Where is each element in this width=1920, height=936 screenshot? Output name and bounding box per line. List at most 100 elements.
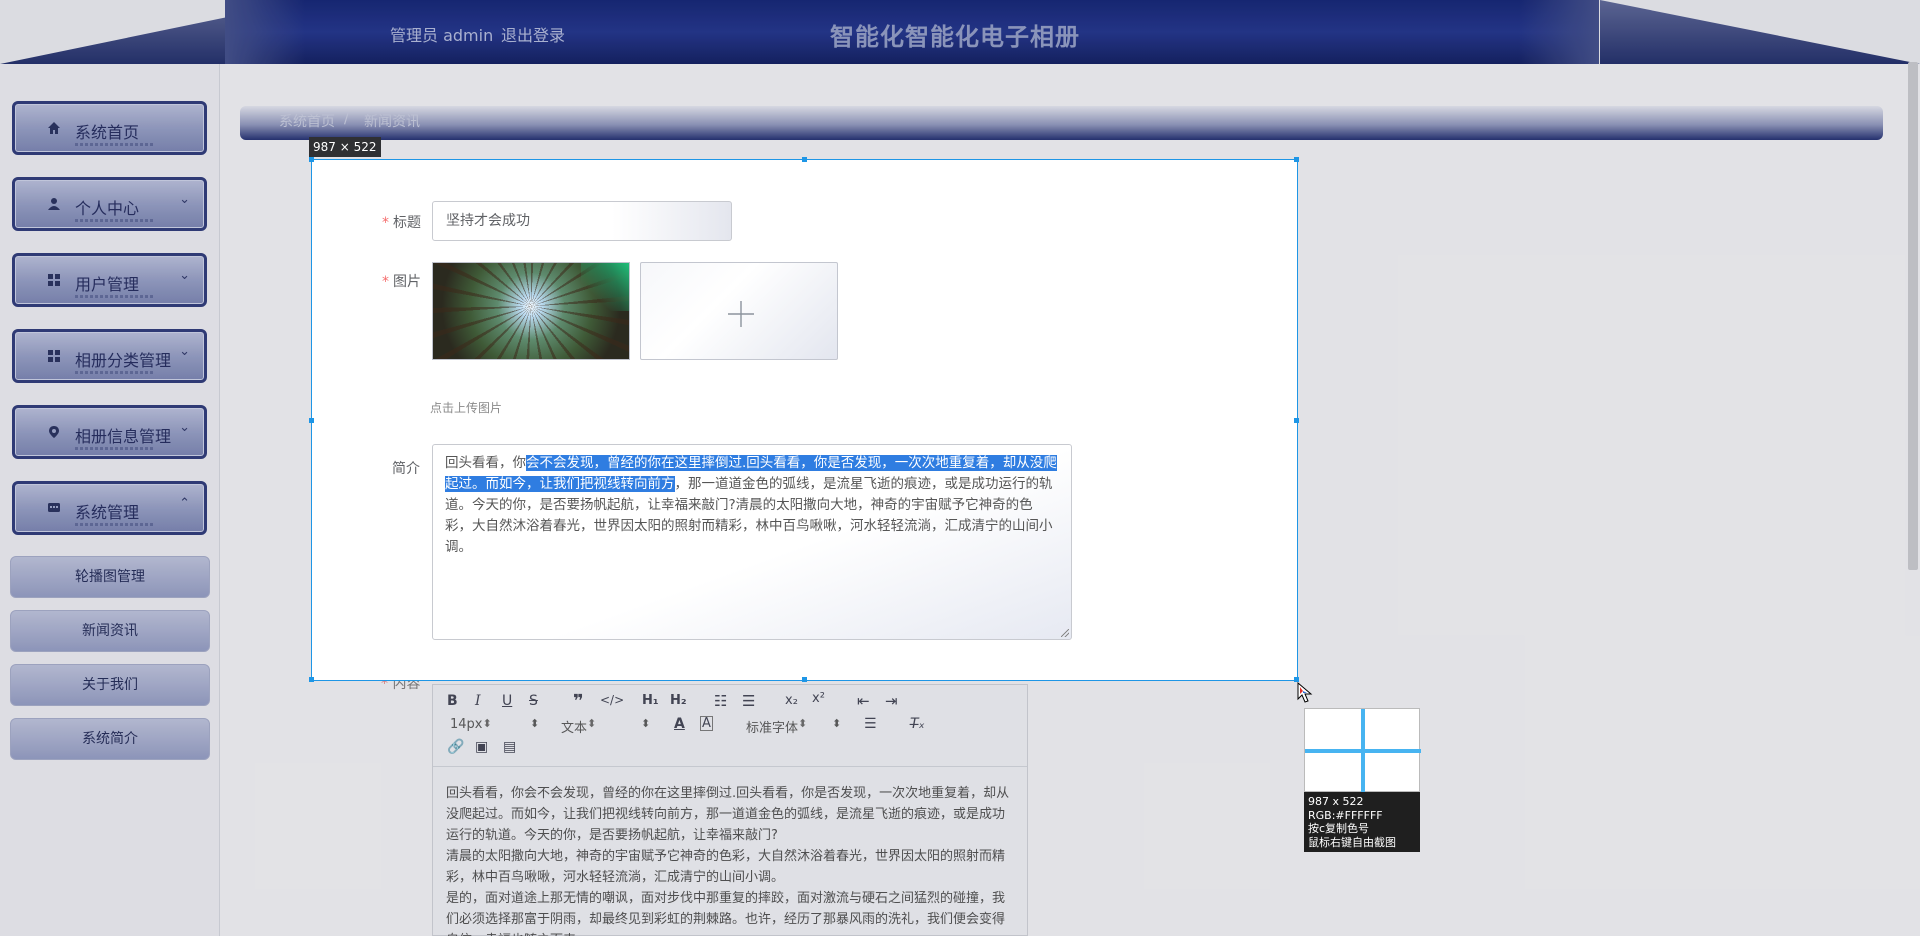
header-right-wedge (1600, 0, 1920, 64)
breadcrumb-home[interactable]: 系统首页 (279, 111, 335, 131)
font-size-select[interactable]: 14px ⬍ (450, 717, 540, 732)
sidebar-item-label: 相册分类管理 (75, 351, 172, 370)
resize-handle[interactable] (1294, 418, 1299, 423)
title-input[interactable]: 坚持才会成功 (432, 201, 732, 241)
heading1-icon[interactable]: H₁ (642, 693, 659, 708)
magnifier-view (1304, 708, 1421, 793)
menu-decoration (75, 523, 153, 526)
chevron-up-icon: ⌃ (179, 496, 190, 511)
mouse-cursor-icon (1297, 682, 1313, 703)
magnifier-info: 987 x 522 RGB:#FFFFFF 按c复制色号 鼠标右键自由截图 (1304, 792, 1420, 852)
breadcrumb: 系统首页 / 新闻资讯 (240, 106, 1883, 140)
ordered-list-icon[interactable]: ☷ (714, 692, 727, 710)
quote-icon[interactable]: ❞ (573, 691, 584, 712)
heading2-icon[interactable]: H₂ (670, 693, 687, 708)
logout-link[interactable]: 退出登录 (501, 22, 565, 46)
sidebar-item-label: 用户管理 (75, 275, 140, 294)
sidebar-subitem-news[interactable]: 新闻资讯 (10, 610, 210, 652)
chevron-down-icon: ⌄ (179, 192, 190, 207)
crosshair-horizontal (1305, 749, 1421, 753)
page-scrollbar[interactable] (1908, 62, 1918, 570)
menu-decoration (75, 295, 153, 298)
editor-paragraph: 回头看看，你会不会发现，曾经的你在这里摔倒过.回头看看，你是否发现，一次次地重复… (446, 786, 1010, 843)
image-icon[interactable]: ▣ (475, 739, 488, 755)
chevron-down-icon: ⌄ (179, 268, 190, 283)
bold-icon[interactable]: B (447, 693, 458, 709)
underline-icon[interactable]: U (502, 693, 512, 709)
video-icon[interactable]: ▤ (503, 739, 516, 755)
resize-handle[interactable] (309, 418, 314, 423)
chevron-down-icon: ⌄ (179, 344, 190, 359)
italic-icon[interactable]: I (475, 693, 481, 709)
intro-text: 回头看看，你 (445, 455, 526, 471)
sidebar-item-label: 相册信息管理 (75, 427, 172, 446)
editor-toolbar: B I U S ❞ </> H₁ H₂ ☷ ☰ x₂ x² ⇤ ⇥ 14px ⬍ … (433, 685, 1027, 767)
capture-selection[interactable]: * 标题 坚持才会成功 * 图片 点击上传图片 简介 回头看看，你会不会发现，曾经的… (309, 157, 1299, 682)
sidebar: 系统首页 个人中心 ⌄ 用户管理 ⌄ 相册分类管理 ⌄ 相册信息管理 ⌄ 系统管… (0, 64, 220, 936)
intro-selected-text: 会不会发现，曾经的你在这里摔倒过.回头看看，你是否发现，一次次地重复着，却从 (526, 455, 1030, 471)
resize-grip-icon[interactable] (1061, 629, 1069, 637)
uploaded-image-thumbnail[interactable] (432, 262, 630, 360)
grid-icon (47, 273, 61, 287)
user-icon (47, 197, 61, 211)
strike-icon[interactable]: S (529, 693, 538, 709)
magnifier-size: 987 x 522 (1308, 795, 1364, 808)
title-label: * 标题 (382, 215, 421, 231)
resize-handle[interactable] (309, 157, 314, 162)
sidebar-item-label: 系统管理 (75, 503, 140, 522)
code-icon[interactable]: </> (600, 693, 624, 707)
breadcrumb-separator: / (344, 111, 349, 127)
sidebar-item-album-category[interactable]: 相册分类管理 ⌄ (12, 329, 207, 383)
bullet-list-icon[interactable]: ☰ (742, 692, 755, 710)
sidebar-subitem-carousel[interactable]: 轮播图管理 (10, 556, 210, 598)
sidebar-item-users[interactable]: 用户管理 ⌄ (12, 253, 207, 307)
rich-text-editor[interactable]: B I U S ❞ </> H₁ H₂ ☷ ☰ x₂ x² ⇤ ⇥ 14px ⬍ … (432, 684, 1028, 936)
chevron-down-icon: ⌄ (179, 420, 190, 435)
sidebar-item-profile[interactable]: 个人中心 ⌄ (12, 177, 207, 231)
resize-handle[interactable] (802, 157, 807, 162)
outdent-icon[interactable]: ⇤ (857, 692, 870, 710)
admin-label: 管理员 admin (390, 26, 494, 45)
editor-paragraph: 是的，面对道途上那无情的嘲讽，面对步伐中那重复的摔跤，面对激流与硬石之间猛烈的碰… (446, 891, 1006, 936)
font-color-icon[interactable]: A (674, 716, 685, 732)
menu-decoration (75, 219, 153, 222)
resize-handle[interactable] (802, 677, 807, 682)
clear-format-icon[interactable]: T̶ₓ (910, 716, 925, 732)
chat-icon (47, 501, 61, 515)
magnifier-rgb: RGB:#FFFFFF (1308, 808, 1383, 822)
intro-textarea[interactable]: 回头看看，你会不会发现，曾经的你在这里摔倒过.回头看看，你是否发现，一次次地重复… (432, 444, 1072, 640)
resize-handle[interactable] (1294, 157, 1299, 162)
block-type-select[interactable]: 文本 ⬍ (561, 717, 651, 736)
resize-handle[interactable] (309, 677, 314, 682)
menu-decoration (75, 447, 153, 450)
breadcrumb-current: 新闻资讯 (364, 114, 420, 130)
background-color-icon[interactable]: A (700, 716, 713, 731)
font-family-select[interactable]: 标准字体 ⬍ (746, 717, 842, 736)
sidebar-subitem-intro[interactable]: 系统简介 (10, 718, 210, 760)
color-picker-magnifier: 987 x 522 RGB:#FFFFFF 按c复制色号 鼠标右键自由截图 (1304, 708, 1421, 852)
plus-icon (727, 300, 755, 329)
superscript-icon[interactable]: x² (812, 691, 825, 706)
grid-icon (47, 349, 61, 363)
sidebar-item-system[interactable]: 系统管理 ⌃ (12, 481, 207, 535)
menu-decoration (75, 143, 153, 146)
sidebar-item-album-info[interactable]: 相册信息管理 ⌄ (12, 405, 207, 459)
top-header: 管理员 admin 退出登录 智能化智能化电子相册 (0, 0, 1920, 64)
magnifier-copy-hint: 按c复制色号 (1308, 822, 1370, 835)
magnifier-rightclick-hint: 鼠标右键自由截图 (1308, 835, 1396, 849)
intro-label: 简介 (392, 461, 420, 477)
sidebar-item-home[interactable]: 系统首页 (12, 101, 207, 155)
sidebar-subitem-about[interactable]: 关于我们 (10, 664, 210, 706)
image-label: * 图片 (382, 274, 421, 290)
home-icon (47, 121, 61, 135)
pin-icon (47, 425, 61, 439)
upload-hint: 点击上传图片 (430, 401, 503, 415)
indent-icon[interactable]: ⇥ (885, 692, 898, 710)
editor-content[interactable]: 回头看看，你会不会发现，曾经的你在这里摔倒过.回头看看，你是否发现，一次次地重复… (446, 783, 1016, 936)
subscript-icon[interactable]: x₂ (785, 693, 798, 708)
app-title: 智能化智能化电子相册 (830, 23, 1080, 51)
link-icon[interactable]: 🔗 (447, 739, 464, 755)
sidebar-item-label: 系统首页 (75, 123, 140, 142)
align-icon[interactable]: ☰ (864, 716, 877, 732)
image-upload-button[interactable] (640, 262, 838, 360)
